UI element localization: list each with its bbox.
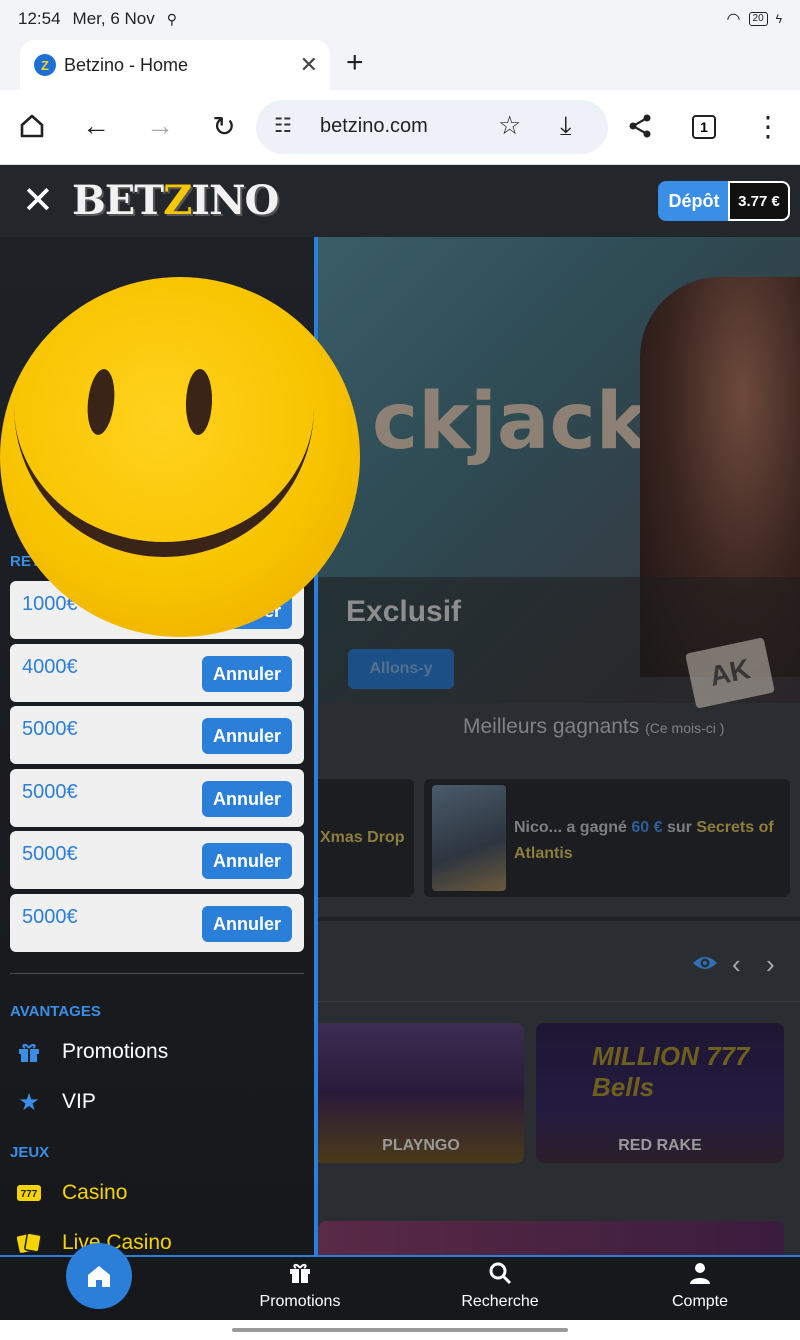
site-settings-icon[interactable]: ☷ [274,113,292,138]
withdrawal-row: 5000€ Annuler [10,706,304,764]
charging-icon: ϟ [775,12,782,26]
home-icon[interactable] [14,108,50,144]
winner-game-name: Xmas Drop [320,829,405,846]
deposit-button[interactable]: Dépôt [658,181,730,221]
withdrawal-amount: 5000€ [22,843,78,865]
smiley-face-sticker [0,277,360,637]
game-provider: RED RAKE [618,1137,702,1154]
chevron-right-icon[interactable]: › [766,949,775,980]
section-divider [318,917,800,921]
more-menu-icon[interactable]: ⋮ [750,108,786,144]
winner-card[interactable]: Xmas Drop [318,779,414,897]
withdrawal-row: 5000€ Annuler [10,831,304,889]
gift-icon [14,1037,44,1067]
nav-home-button[interactable] [66,1243,132,1309]
status-bar: 12:54 Mer, 6 Nov ⚲ ◠ 20 ϟ [0,0,800,38]
close-tab-icon[interactable]: ✕ [300,52,318,78]
bookmark-star-icon[interactable]: ☆ [498,110,521,141]
withdrawal-amount: 4000€ [22,656,78,678]
back-icon[interactable]: ← [78,108,114,144]
search-icon [430,1261,570,1293]
advantages-heading: AVANTAGES [10,1003,101,1020]
nav-search[interactable]: Recherche [430,1261,570,1311]
menu-item-casino[interactable]: 777 Casino [14,1178,127,1208]
cards-icon [14,1228,44,1255]
nav-promotions[interactable]: Promotions [230,1261,370,1311]
balance-display[interactable]: 3.77 € [728,181,790,221]
game-title: MILLION 777 Bells [592,1041,750,1102]
withdrawal-row: 5000€ Annuler [10,894,304,952]
eye-icon[interactable] [692,953,718,979]
bottom-nav: Promotions Recherche Compte [0,1243,800,1320]
game-thumbnail [432,785,506,891]
hero-cta-button[interactable]: Allons-y [348,649,454,689]
menu-item-vip[interactable]: ★ VIP [14,1087,96,1117]
cancel-withdrawal-button[interactable]: Annuler [202,656,292,692]
favicon-icon: Z [34,54,56,76]
side-drawer: RETRAITS 1000€ Annuler 4000€ Annuler 500… [0,237,360,1255]
winner-text: Nico... a gagné 60 € sur Secrets of Atla… [514,819,774,862]
cancel-withdrawal-button[interactable]: Annuler [202,906,292,942]
hero-title: Exclusif [346,595,462,628]
games-heading: JEUX [10,1144,50,1161]
status-time: 12:54 [18,9,61,28]
withdrawal-row: 5000€ Annuler [10,769,304,827]
new-tab-icon[interactable]: + [346,46,364,80]
address-bar[interactable]: ☷ betzino.com ☆ ⤓ [256,100,608,154]
withdrawal-amount: 5000€ [22,781,78,803]
tab-switcher-icon[interactable]: 1 [692,115,716,139]
site-header: ✕ BETZINO Dépôt 3.77 € [0,165,800,237]
betzino-logo[interactable]: BETZINO [72,177,279,224]
winner-card[interactable]: Nico... a gagné 60 € sur Secrets of Atla… [424,779,790,897]
gift-icon [230,1261,370,1293]
web-page: ✕ BETZINO Dépôt 3.77 € ckjack Exclusif A… [0,165,800,1255]
menu-item-promotions[interactable]: Promotions [14,1037,168,1067]
forward-icon[interactable]: → [142,108,178,144]
tab-title: Betzino - Home [64,54,189,75]
reload-icon[interactable]: ↻ [206,108,242,144]
nav-account[interactable]: Compte [630,1261,770,1311]
user-icon [630,1261,770,1293]
cancel-withdrawal-button[interactable]: Annuler [202,781,292,817]
home-icon [88,1266,110,1287]
withdrawal-row: 4000€ Annuler [10,644,304,702]
cancel-withdrawal-button[interactable]: Annuler [202,718,292,754]
withdrawal-amount: 5000€ [22,718,78,740]
chevron-left-icon[interactable]: ‹ [732,949,741,980]
location-icon: ⚲ [166,10,178,27]
url-text[interactable]: betzino.com [320,115,428,138]
share-icon[interactable] [622,108,658,144]
status-date: Mer, 6 Nov [72,9,155,28]
wifi-icon: ◠ [726,11,741,28]
game-tile[interactable] [318,1221,784,1255]
browser-tab[interactable]: Z Betzino - Home ✕ [20,40,330,90]
section-divider [318,1001,800,1002]
close-menu-icon[interactable]: ✕ [22,182,54,220]
star-icon: ★ [18,1088,40,1116]
drawer-divider [10,973,304,974]
smiley-mouth [14,367,314,557]
game-tile[interactable]: PLAYNGO [318,1023,524,1163]
withdrawal-amount: 5000€ [22,906,78,928]
slot-machine-icon: 777 [14,1178,44,1208]
browser-toolbar: ← → ↻ ☷ betzino.com ☆ ⤓ 1 ⋮ [0,90,800,165]
battery-icon: 20 [748,12,768,26]
winners-heading: Meilleurs gagnants (Ce mois-ci ) [463,715,725,738]
gesture-bar [0,1320,800,1340]
game-tile[interactable]: MILLION 777 Bells RED RAKE [536,1023,784,1163]
download-icon[interactable]: ⤓ [560,110,572,142]
tab-strip: Z Betzino - Home ✕ + [0,38,800,90]
cancel-withdrawal-button[interactable]: Annuler [202,843,292,879]
svg-text:777: 777 [21,1189,38,1200]
game-provider: PLAYNGO [382,1137,460,1154]
hero-word: ckjack [372,377,648,467]
